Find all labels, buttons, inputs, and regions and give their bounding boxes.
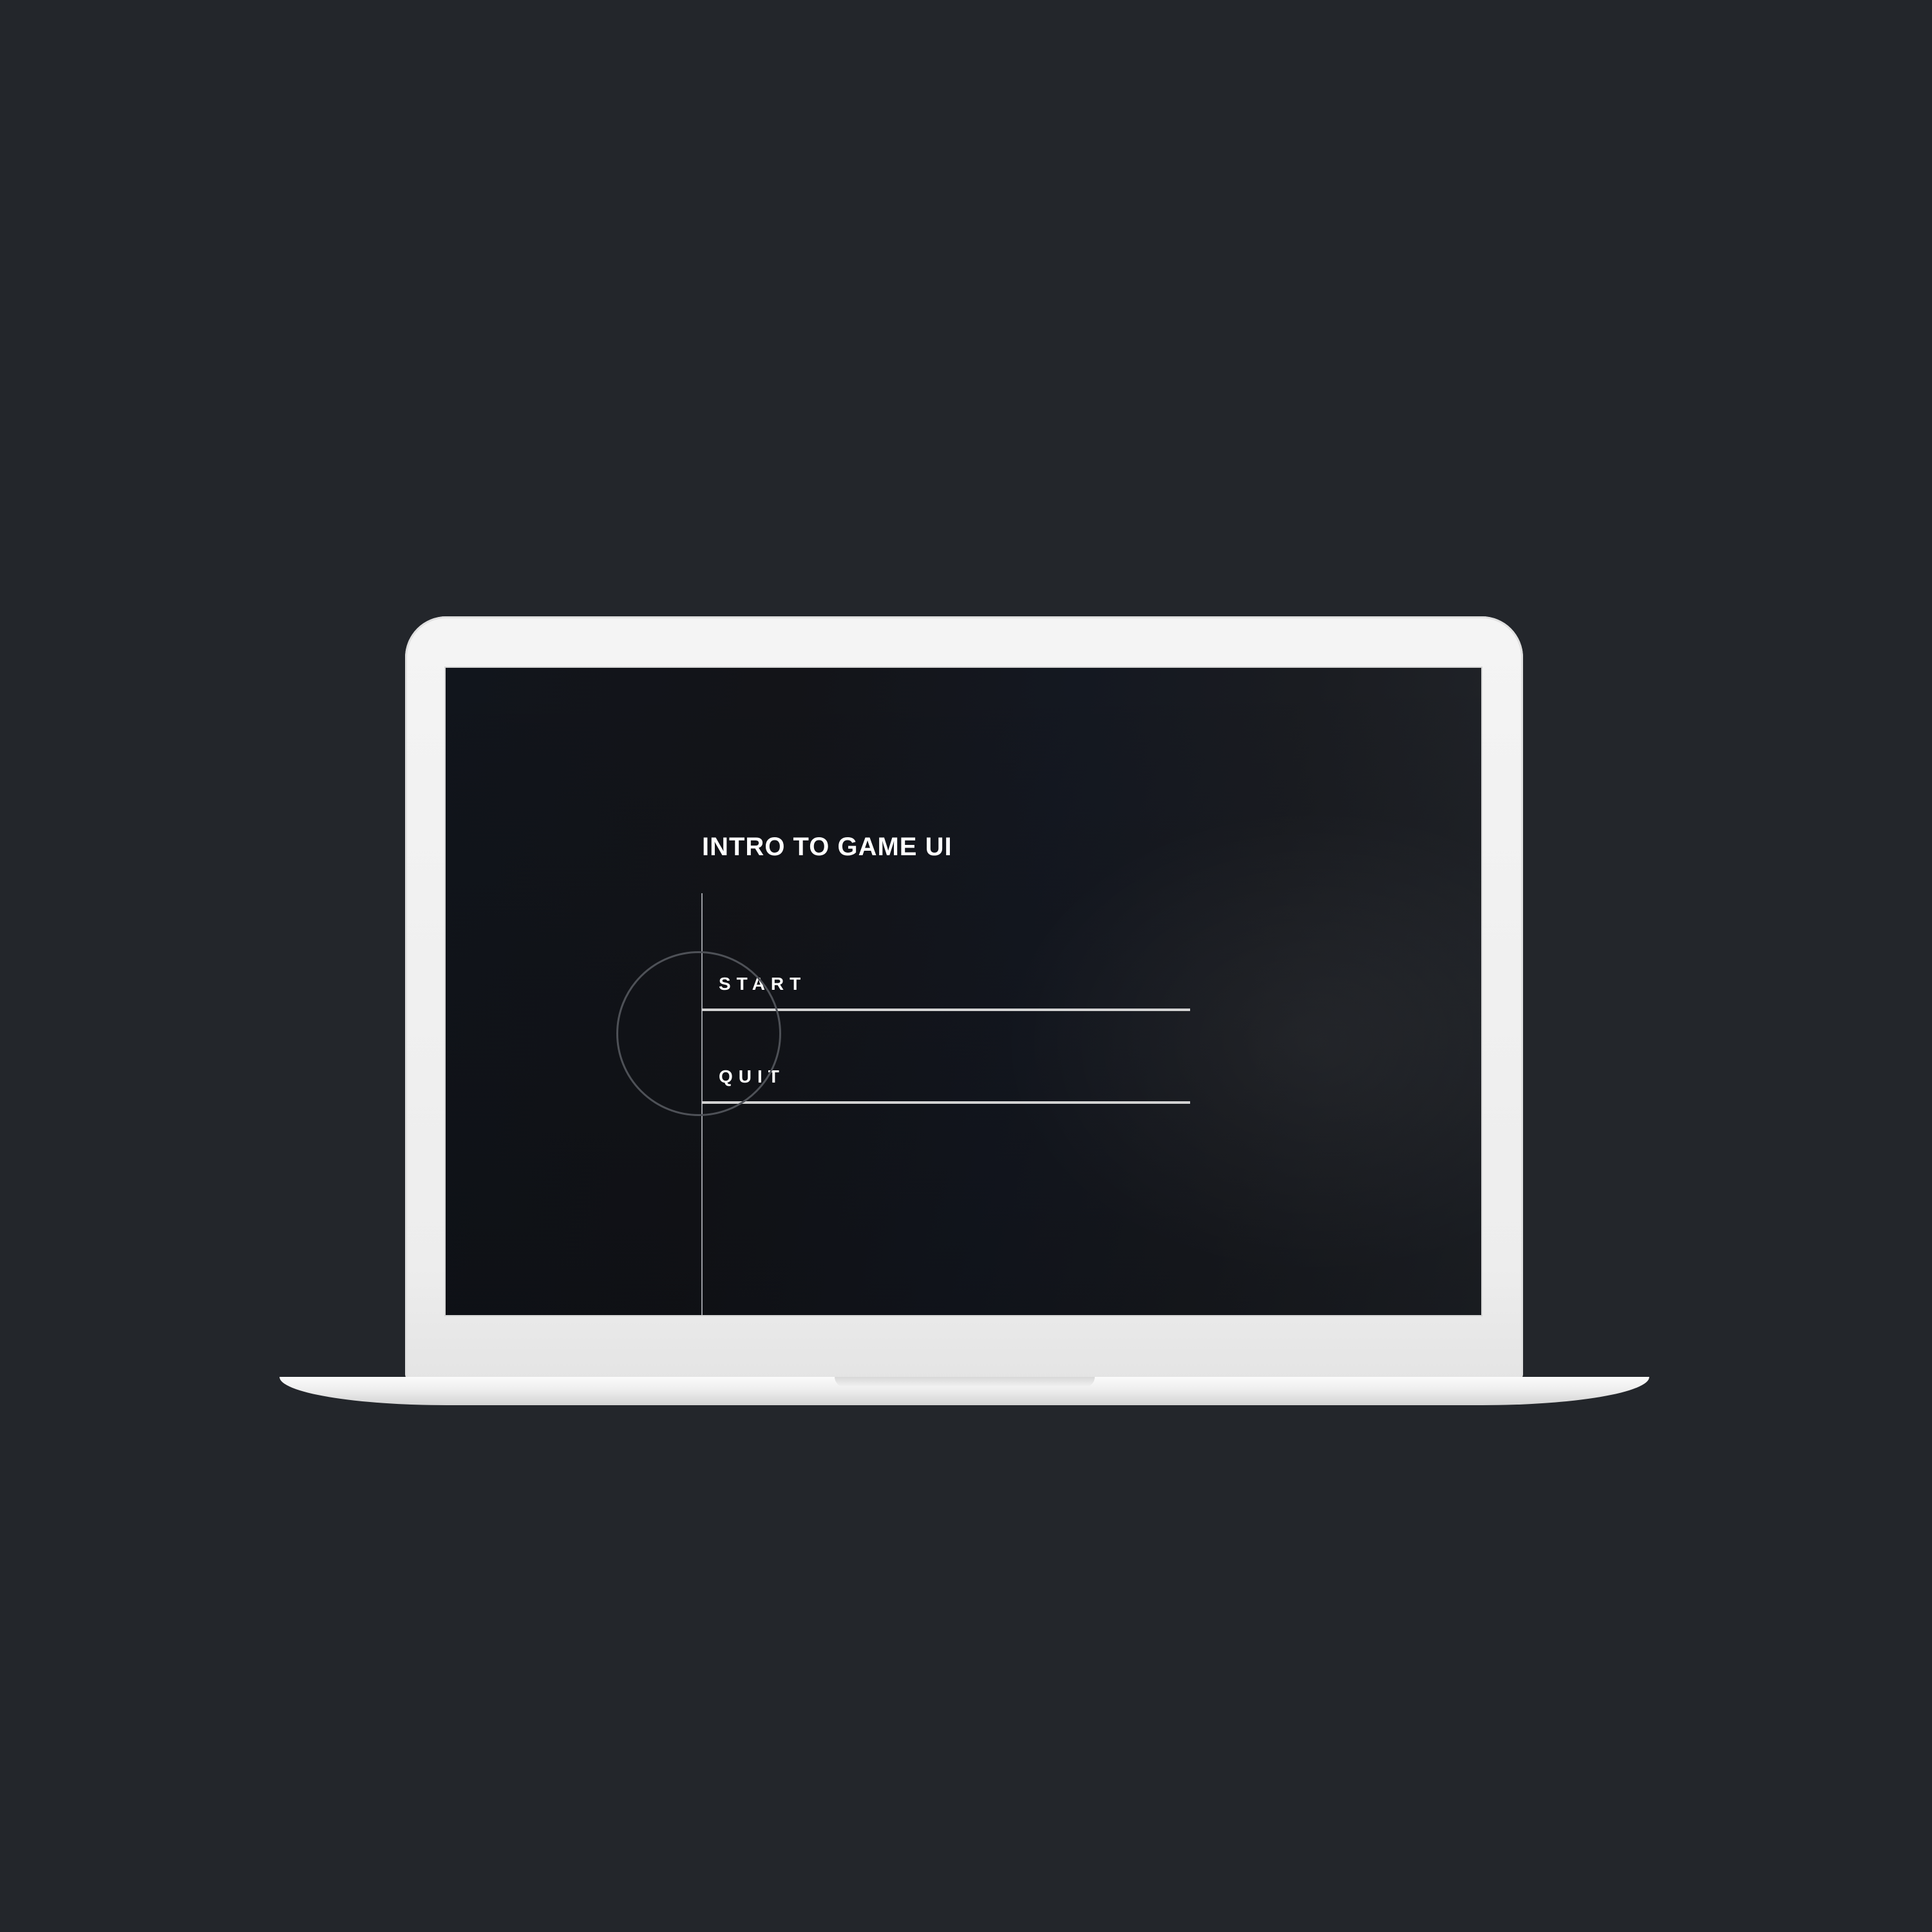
game-title: INTRO TO GAME UI [702, 833, 952, 861]
cursor-ring-icon [616, 951, 781, 1116]
laptop-screen: INTRO TO GAME UI START QUIT [444, 667, 1482, 1316]
quit-underline [702, 1101, 1190, 1104]
quit-button[interactable]: QUIT [702, 1061, 1190, 1104]
laptop-opening-notch [835, 1377, 1095, 1387]
